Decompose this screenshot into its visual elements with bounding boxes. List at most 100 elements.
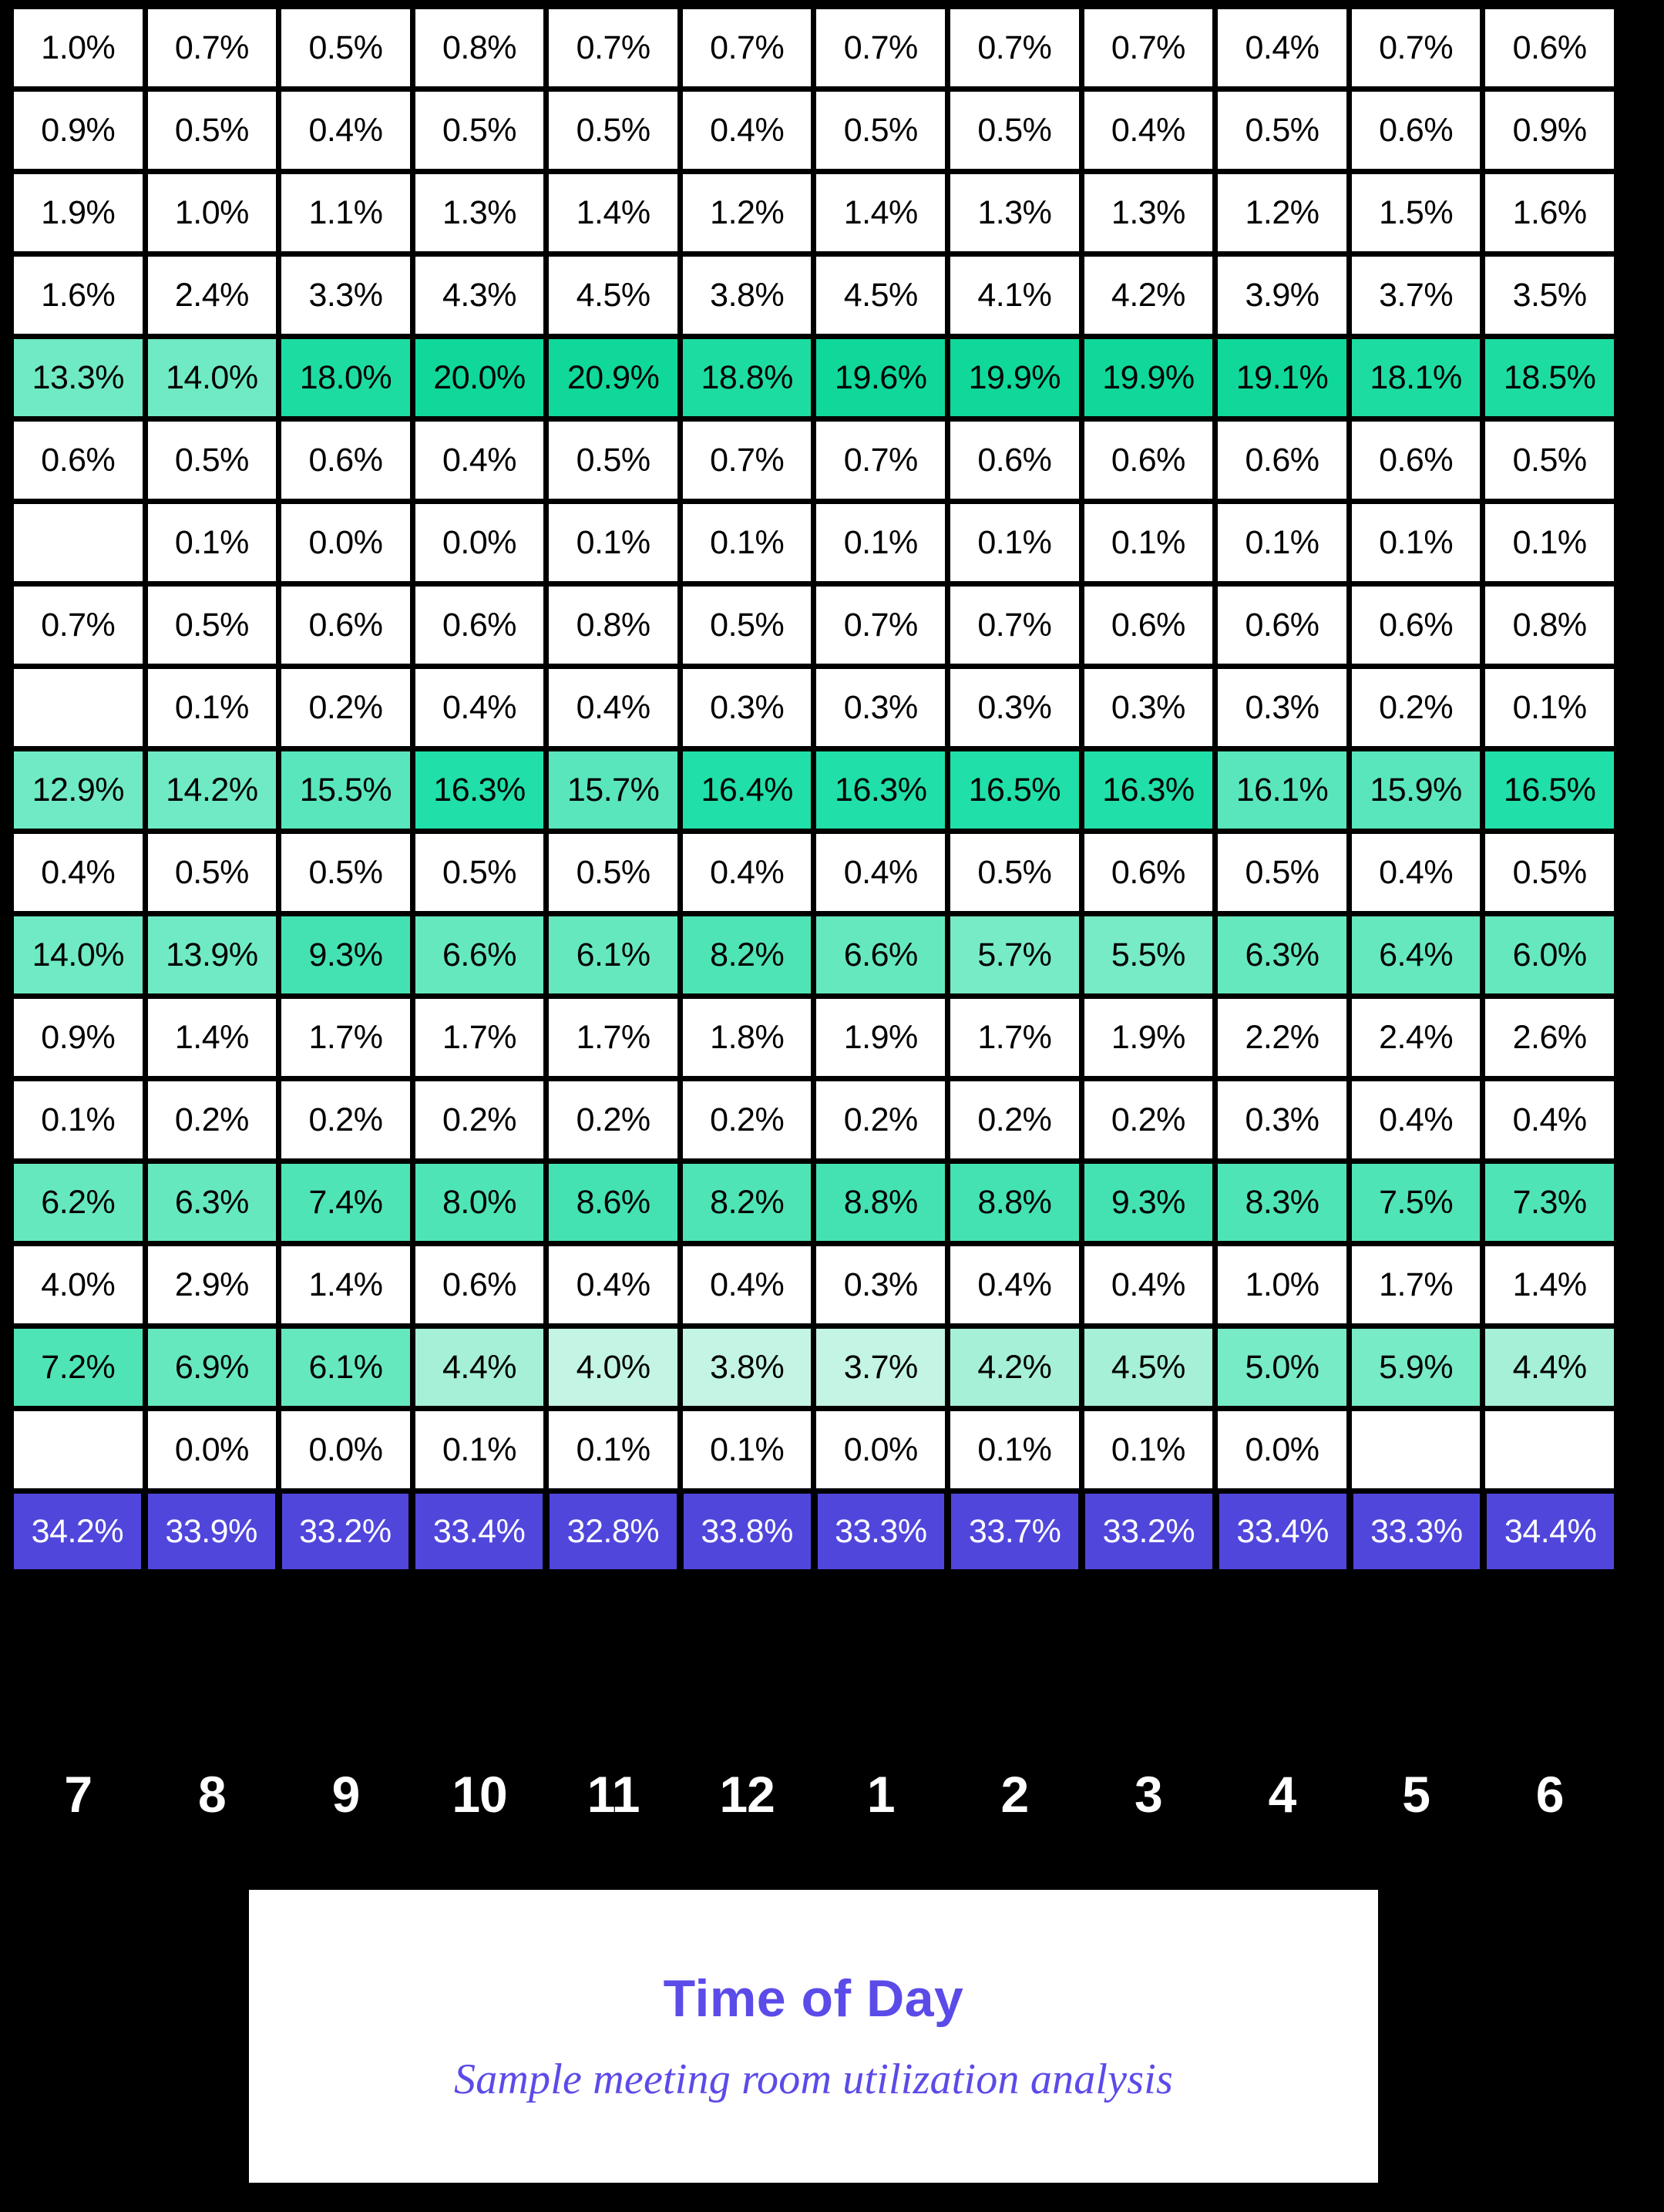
heatmap-cell[interactable]: 4.5% (549, 257, 677, 334)
heatmap-cell[interactable]: 33.4% (415, 1494, 543, 1569)
heatmap-cell[interactable]: 0.5% (1485, 422, 1614, 499)
heatmap-cell[interactable]: 0.5% (415, 834, 544, 911)
heatmap-cell[interactable]: 4.2% (1084, 257, 1213, 334)
heatmap-cell[interactable]: 0.5% (1218, 92, 1346, 169)
heatmap-cell[interactable]: 0.1% (415, 1411, 544, 1488)
heatmap-cell[interactable]: 0.7% (682, 422, 812, 499)
heatmap-cell[interactable]: 5.7% (950, 916, 1079, 993)
heatmap-cell[interactable]: 3.7% (816, 1329, 946, 1406)
heatmap-cell[interactable]: 16.4% (682, 751, 812, 829)
heatmap-cell[interactable]: 1.7% (950, 999, 1079, 1076)
heatmap-cell[interactable]: 0.1% (1084, 504, 1213, 581)
heatmap-cell[interactable]: 5.9% (1351, 1329, 1481, 1406)
heatmap-cell[interactable]: 33.2% (1085, 1494, 1212, 1569)
heatmap-cell[interactable]: 0.4% (1351, 1081, 1481, 1158)
heatmap-cell[interactable]: 0.2% (950, 1081, 1079, 1158)
heatmap-cell[interactable]: 1.8% (682, 999, 812, 1076)
heatmap-cell[interactable]: 0.3% (1084, 669, 1213, 746)
heatmap-cell[interactable] (1485, 1411, 1614, 1488)
heatmap-cell[interactable]: 0.5% (281, 834, 410, 911)
heatmap-cell[interactable]: 1.6% (1485, 174, 1614, 251)
heatmap-cell[interactable]: 4.5% (1084, 1329, 1213, 1406)
heatmap-cell[interactable]: 1.9% (1084, 999, 1213, 1076)
heatmap-cell[interactable]: 1.3% (1084, 174, 1213, 251)
heatmap-cell[interactable]: 0.4% (415, 669, 544, 746)
heatmap-cell[interactable]: 2.2% (1218, 999, 1346, 1076)
heatmap-cell[interactable]: 1.7% (549, 999, 677, 1076)
heatmap-cell[interactable]: 0.5% (950, 834, 1079, 911)
heatmap-cell[interactable]: 0.5% (549, 834, 677, 911)
heatmap-cell[interactable]: 18.1% (1351, 339, 1481, 416)
heatmap-cell[interactable]: 0.6% (1218, 587, 1346, 664)
heatmap-cell[interactable]: 2.9% (147, 1246, 277, 1323)
heatmap-cell[interactable]: 1.0% (147, 174, 277, 251)
heatmap-cell[interactable]: 33.3% (817, 1494, 945, 1569)
heatmap-cell[interactable]: 33.9% (147, 1494, 275, 1569)
heatmap-cell[interactable]: 33.4% (1219, 1494, 1346, 1569)
heatmap-cell[interactable]: 6.6% (816, 916, 946, 993)
heatmap-cell[interactable]: 0.6% (950, 422, 1079, 499)
heatmap-cell[interactable]: 0.7% (816, 587, 946, 664)
heatmap-cell[interactable]: 32.8% (550, 1494, 677, 1569)
heatmap-cell[interactable]: 16.3% (816, 751, 946, 829)
heatmap-cell[interactable]: 6.1% (281, 1329, 410, 1406)
heatmap-cell[interactable]: 8.6% (549, 1164, 677, 1241)
heatmap-cell[interactable]: 0.1% (816, 504, 946, 581)
heatmap-cell[interactable]: 0.1% (14, 1081, 143, 1158)
heatmap-cell[interactable]: 8.3% (1218, 1164, 1346, 1241)
heatmap-cell[interactable]: 0.1% (1485, 504, 1614, 581)
heatmap-cell[interactable]: 0.7% (950, 587, 1079, 664)
heatmap-cell[interactable]: 0.7% (816, 9, 946, 86)
heatmap-cell[interactable]: 0.0% (147, 1411, 277, 1488)
heatmap-cell[interactable]: 16.5% (950, 751, 1079, 829)
heatmap-cell[interactable]: 0.4% (682, 92, 812, 169)
heatmap-cell[interactable]: 4.5% (816, 257, 946, 334)
heatmap-cell[interactable]: 0.6% (1351, 587, 1481, 664)
heatmap-cell[interactable]: 6.2% (14, 1164, 143, 1241)
heatmap-cell[interactable]: 0.9% (14, 92, 143, 169)
heatmap-cell[interactable]: 12.9% (14, 751, 143, 829)
heatmap-cell[interactable] (14, 504, 143, 581)
heatmap-cell[interactable]: 4.2% (950, 1329, 1079, 1406)
heatmap-cell[interactable]: 0.7% (816, 422, 946, 499)
heatmap-cell[interactable]: 0.7% (1084, 9, 1213, 86)
heatmap-cell[interactable]: 5.0% (1218, 1329, 1346, 1406)
heatmap-cell[interactable]: 4.3% (415, 257, 544, 334)
heatmap-cell[interactable]: 0.6% (415, 587, 544, 664)
heatmap-cell[interactable]: 9.3% (1084, 1164, 1213, 1241)
heatmap-cell[interactable]: 0.8% (415, 9, 544, 86)
heatmap-cell[interactable]: 9.3% (281, 916, 410, 993)
heatmap-cell[interactable]: 0.3% (950, 669, 1079, 746)
heatmap-cell[interactable]: 1.9% (816, 999, 946, 1076)
heatmap-cell[interactable]: 0.4% (281, 92, 410, 169)
heatmap-cell[interactable]: 2.4% (147, 257, 277, 334)
heatmap-cell[interactable]: 6.6% (415, 916, 544, 993)
heatmap-cell[interactable]: 19.9% (950, 339, 1079, 416)
heatmap-cell[interactable]: 4.1% (950, 257, 1079, 334)
heatmap-cell[interactable]: 14.0% (14, 916, 143, 993)
heatmap-cell[interactable]: 13.9% (147, 916, 277, 993)
heatmap-cell[interactable]: 1.7% (281, 999, 410, 1076)
heatmap-cell[interactable]: 14.0% (147, 339, 277, 416)
heatmap-cell[interactable]: 0.9% (14, 999, 143, 1076)
heatmap-cell[interactable]: 1.0% (1218, 1246, 1346, 1323)
heatmap-cell[interactable]: 20.0% (415, 339, 544, 416)
heatmap-cell[interactable]: 0.5% (147, 834, 277, 911)
heatmap-cell[interactable]: 0.3% (816, 669, 946, 746)
heatmap-cell[interactable]: 6.4% (1351, 916, 1481, 993)
heatmap-cell[interactable]: 1.4% (549, 174, 677, 251)
heatmap-cell[interactable]: 0.6% (281, 587, 410, 664)
heatmap-cell[interactable]: 0.6% (1351, 92, 1481, 169)
heatmap-cell[interactable]: 0.3% (1218, 1081, 1346, 1158)
heatmap-cell[interactable]: 4.0% (14, 1246, 143, 1323)
heatmap-cell[interactable]: 2.4% (1351, 999, 1481, 1076)
heatmap-cell[interactable]: 0.6% (1084, 587, 1213, 664)
heatmap-cell[interactable]: 0.5% (281, 9, 410, 86)
heatmap-cell[interactable]: 0.1% (147, 504, 277, 581)
heatmap-cell[interactable]: 0.4% (816, 834, 946, 911)
heatmap-cell[interactable]: 0.7% (1351, 9, 1481, 86)
heatmap-cell[interactable] (14, 1411, 143, 1488)
heatmap-cell[interactable]: 0.1% (1084, 1411, 1213, 1488)
heatmap-cell[interactable]: 0.6% (1084, 834, 1213, 911)
heatmap-cell[interactable]: 4.4% (1485, 1329, 1614, 1406)
